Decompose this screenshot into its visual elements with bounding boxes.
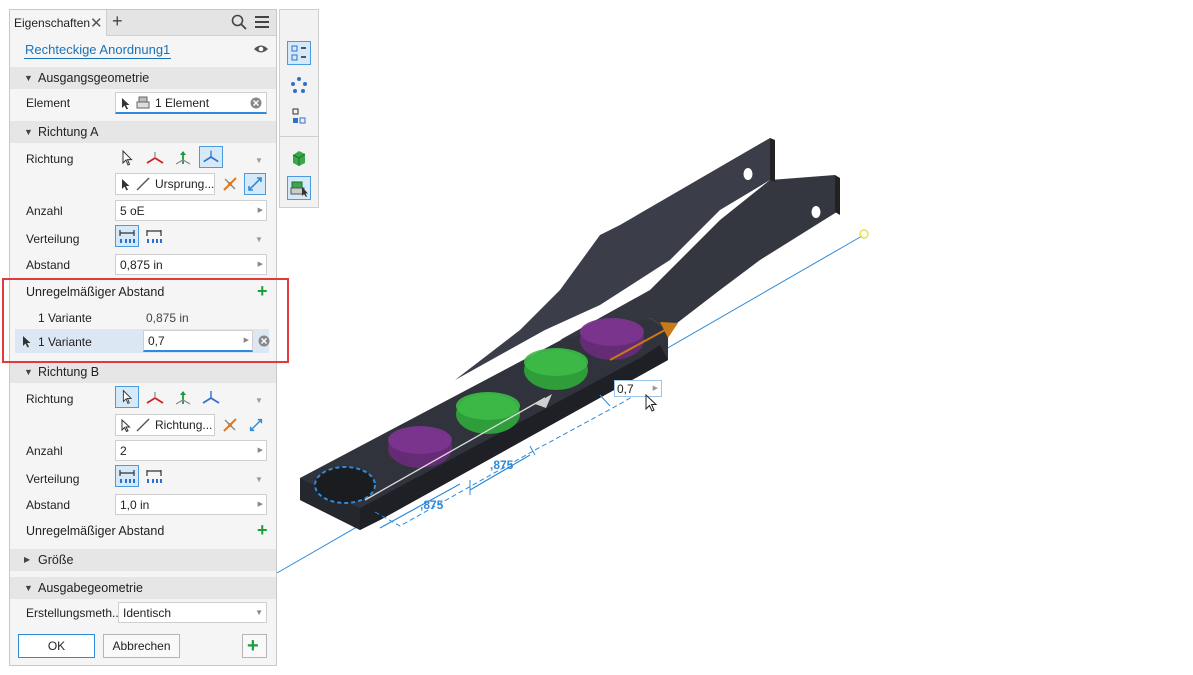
source-feature-hole: [314, 466, 376, 504]
viewport-3d[interactable]: ,875 ,875: [0, 0, 1193, 675]
dimension-label: ,875: [490, 458, 514, 472]
dimension-label: ,875: [420, 498, 444, 512]
canvas-input-value: 0,7: [617, 382, 634, 396]
mounting-hole: [811, 206, 821, 218]
endpoint-marker: [859, 229, 869, 239]
chevron-right-icon: ▶: [652, 385, 658, 392]
mouse-cursor-icon: [645, 394, 658, 412]
mounting-hole: [743, 168, 753, 180]
